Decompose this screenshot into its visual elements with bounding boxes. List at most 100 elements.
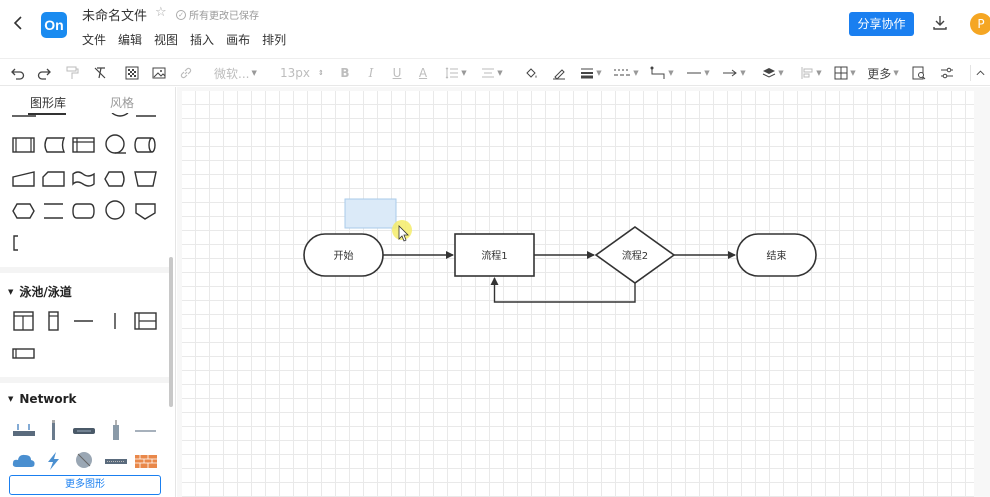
menu-file[interactable]: 文件 (82, 31, 106, 48)
settings-sliders-icon[interactable] (938, 65, 956, 81)
share-collaborate-button[interactable]: 分享协作 (849, 12, 914, 36)
link-icon[interactable] (178, 65, 194, 81)
collapse-toolbar-icon[interactable] (970, 65, 986, 81)
selection-rectangle (344, 198, 397, 229)
caret-down-icon: ▼ (668, 69, 674, 77)
shape-display[interactable] (104, 169, 128, 189)
font-color-icon[interactable]: A (416, 65, 430, 81)
fill-pattern-icon[interactable] (124, 65, 140, 81)
shape-manual-input[interactable] (12, 169, 36, 189)
line-spacing-icon[interactable]: ▼ (444, 65, 468, 81)
shape-partial-arc[interactable] (108, 113, 132, 119)
italic-icon[interactable]: I (364, 65, 378, 81)
save-status: ✓ 所有更改已保存 (176, 7, 259, 22)
shape-annotation[interactable] (12, 233, 36, 253)
menu-view[interactable]: 视图 (154, 31, 178, 48)
shape-off-page-connector[interactable] (134, 201, 158, 221)
fill-color-icon[interactable] (522, 65, 540, 81)
menu-edit[interactable]: 编辑 (118, 31, 142, 48)
more-menu-button[interactable]: 更多 ▼ (866, 65, 900, 81)
shape-router[interactable] (12, 421, 36, 441)
shape-wireless-tower[interactable] (104, 419, 128, 441)
shape-predefined-process[interactable] (12, 135, 36, 155)
connector-type-icon[interactable]: ▼ (648, 65, 676, 81)
caret-down-icon: ▼ (816, 69, 822, 77)
save-status-text: 所有更改已保存 (189, 11, 259, 22)
shape-pool-vertical[interactable] (12, 311, 36, 331)
more-shapes-button[interactable]: 更多图形 (9, 475, 161, 495)
shape-lane-horizontal[interactable] (12, 343, 36, 363)
section-swimlane[interactable]: ▼ 泳池/泳道 (8, 283, 72, 300)
connector-process2-loop-back[interactable] (490, 277, 636, 303)
line-end-arrow-icon[interactable]: ▼ (720, 65, 748, 81)
sidebar-scrollbar[interactable] (169, 257, 173, 407)
shape-partial-line[interactable] (136, 113, 160, 119)
shape-direct-data[interactable] (134, 135, 158, 155)
menu-arrange[interactable]: 排列 (262, 31, 286, 48)
font-family-select[interactable]: 微软... ▼ (214, 65, 268, 81)
line-style-icon[interactable]: ▼ (612, 65, 640, 81)
shape-pool-horizontal[interactable] (134, 311, 158, 331)
back-arrow-icon[interactable] (10, 14, 28, 32)
document-title[interactable]: 未命名文件 (82, 5, 147, 24)
section-network[interactable]: ▼ Network (8, 392, 77, 406)
shape-internal-storage[interactable] (72, 135, 96, 155)
underline-icon[interactable]: U (390, 65, 404, 81)
font-size-input[interactable]: 13px ⇕ (280, 65, 324, 81)
line-width-icon[interactable]: ▼ (578, 65, 604, 81)
shape-separator-horizontal[interactable] (72, 311, 96, 331)
shape-delay[interactable] (72, 201, 96, 221)
shape-satellite-dish[interactable] (72, 449, 96, 471)
download-icon[interactable] (931, 14, 949, 32)
avatar[interactable]: P (970, 13, 990, 35)
shape-stored-data[interactable] (42, 135, 66, 155)
clear-format-icon[interactable] (92, 65, 108, 81)
shape-separator-vertical[interactable] (104, 311, 128, 331)
shape-sequential-data[interactable] (104, 133, 128, 155)
shape-parallel-mode[interactable] (42, 201, 66, 221)
line-start-icon[interactable]: ▼ (684, 65, 712, 81)
tab-style[interactable]: 风格 (110, 94, 134, 111)
shape-manual-operation[interactable] (134, 169, 158, 189)
shape-firewall[interactable] (134, 451, 158, 471)
star-icon[interactable]: ☆ (155, 5, 167, 20)
section-swimlane-label: 泳池/泳道 (19, 285, 72, 299)
shape-lane-vertical[interactable] (42, 311, 66, 331)
shape-cloud[interactable] (12, 451, 36, 471)
shape-card[interactable] (42, 169, 66, 189)
text-align-icon[interactable]: ▼ (480, 65, 504, 81)
shape-connector-circle[interactable] (104, 199, 128, 221)
redo-icon[interactable] (36, 65, 52, 81)
format-toolbar: 微软... ▼ 13px ⇕ B I U A ▼ ▼ ▼ ▼ ▼ ▼ ▼ ▼ ▼ ▼… (0, 58, 990, 86)
caret-down-icon: ▼ (850, 69, 856, 77)
top-header: On 未命名文件 ☆ ✓ 所有更改已保存 文件 编辑 视图 插入 画布 排列 分… (0, 0, 990, 52)
font-family-value: 微软... (214, 66, 250, 81)
shape-partial[interactable] (12, 113, 36, 119)
align-shapes-icon[interactable]: ▼ (798, 65, 824, 81)
shape-cable[interactable] (134, 421, 158, 441)
shape-antenna[interactable] (42, 419, 66, 441)
format-painter-icon[interactable] (64, 65, 80, 81)
shape-rack-server[interactable] (104, 451, 128, 471)
line-color-icon[interactable] (550, 65, 568, 81)
node-start-label: 开始 (334, 249, 354, 262)
find-replace-icon[interactable] (910, 65, 928, 81)
menu-canvas[interactable]: 画布 (226, 31, 250, 48)
undo-icon[interactable] (10, 65, 26, 81)
canvas-area[interactable]: 开始 流程1 流程2 结束 (177, 87, 990, 497)
image-icon[interactable] (151, 65, 167, 81)
collapse-triangle-icon: ▼ (8, 287, 14, 296)
menu-insert[interactable]: 插入 (190, 31, 214, 48)
caret-down-icon: ▼ (704, 69, 710, 77)
bold-icon[interactable]: B (338, 65, 352, 81)
shape-lightning[interactable] (42, 451, 66, 471)
caret-down-icon: ▼ (778, 69, 784, 77)
shape-preparation[interactable] (12, 201, 36, 221)
tab-shape-library[interactable]: 图形库 (30, 94, 66, 111)
shape-punched-tape[interactable] (72, 169, 96, 189)
app-logo[interactable]: On (41, 12, 67, 38)
distribute-icon[interactable]: ▼ (832, 65, 858, 81)
caret-down-icon: ▼ (893, 69, 899, 77)
layer-icon[interactable]: ▼ (760, 65, 786, 81)
shape-switch[interactable] (72, 421, 96, 441)
